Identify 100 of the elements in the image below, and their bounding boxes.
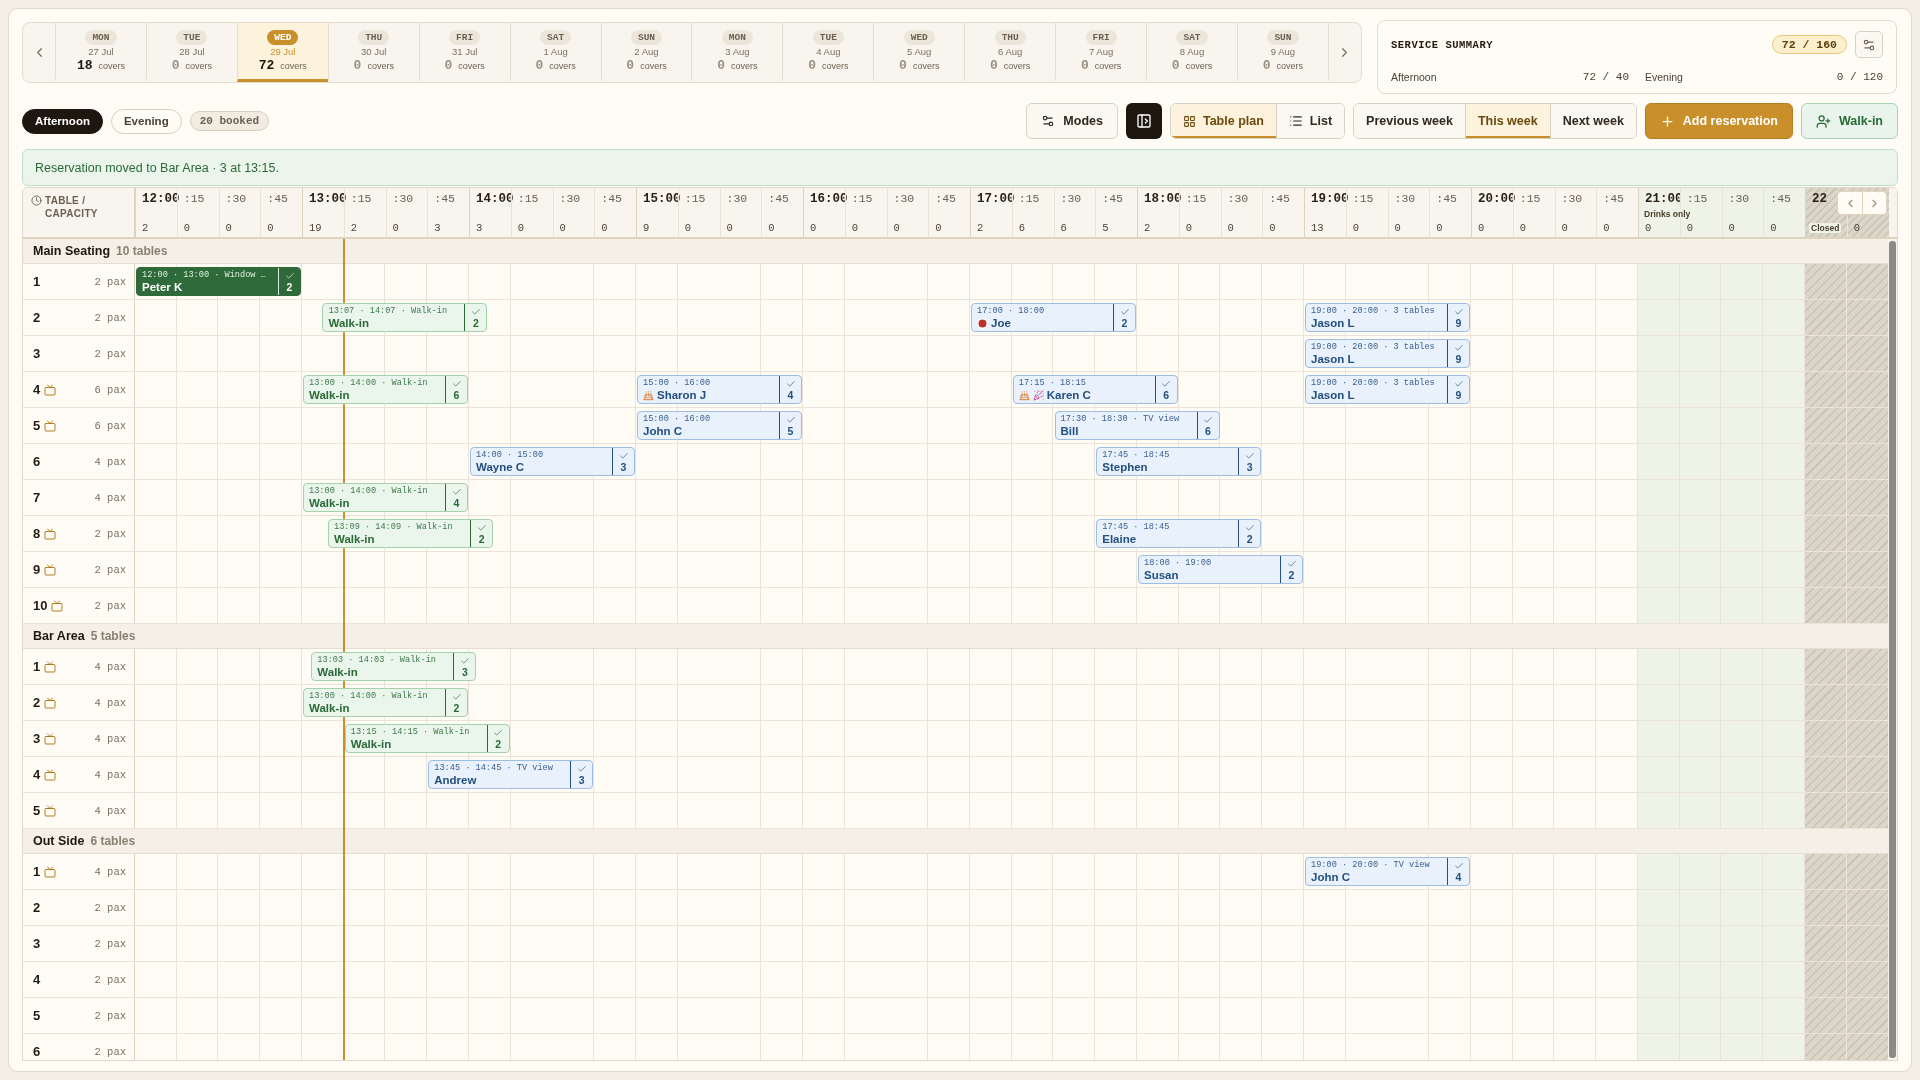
time-label: :15 xyxy=(1686,192,1709,205)
reservation-card[interactable]: 13:00 · 14:00 · Walk-in Walk-in 2 xyxy=(303,688,468,717)
view-tab[interactable]: List xyxy=(1275,104,1345,138)
day-tab[interactable]: FRI 31 Jul 0 covers xyxy=(418,23,510,82)
reservation-card[interactable]: 18:00 · 19:00 Susan 2 xyxy=(1138,555,1303,584)
reservation-card[interactable]: 15:00 · 16:00 John C 5 xyxy=(637,411,802,440)
service-tab[interactable]: Evening xyxy=(110,108,182,134)
guest-name: Walk-in xyxy=(350,738,392,750)
party-size: 3 xyxy=(578,773,585,786)
table-capacity: 2 pax xyxy=(94,937,126,950)
table-capacity: 4 pax xyxy=(94,455,126,468)
reservation-card[interactable]: 19:00 · 20:00 · 3 tables Jason L 9 xyxy=(1305,303,1470,332)
reservation-card[interactable]: 17:45 · 18:45 Elaine 2 xyxy=(1096,519,1262,548)
settings-button[interactable] xyxy=(1855,31,1883,58)
day-date: 4 Aug xyxy=(816,45,841,57)
reservation-card[interactable]: 17:15 · 18:15 Karen C 6 xyxy=(1012,375,1178,404)
day-tab[interactable]: WED 5 Aug 0 covers xyxy=(873,23,965,82)
reservation-card[interactable]: 13:00 · 14:00 · Walk-in Walk-in 4 xyxy=(303,483,468,512)
week-tab[interactable]: Previous week xyxy=(1354,104,1465,138)
slot-tag: Closed xyxy=(1809,223,1842,233)
time-label: :15 xyxy=(1018,192,1041,205)
party-size: 3 xyxy=(620,460,627,473)
slot-covers: 0 xyxy=(225,222,233,234)
guest-name: Stephen xyxy=(1102,461,1148,473)
covers-label: covers xyxy=(98,60,125,71)
time-label: :30 xyxy=(1060,192,1083,205)
side-panel-button[interactable] xyxy=(1125,103,1162,139)
party-size: 5 xyxy=(787,424,794,437)
day-tab[interactable]: SAT 1 Aug 0 covers xyxy=(509,23,601,82)
day-tab[interactable]: THU 30 Jul 0 covers xyxy=(327,23,419,82)
covers-label: covers xyxy=(640,60,667,71)
service-tab[interactable]: Afternoon xyxy=(22,108,103,134)
party-size: 3 xyxy=(461,665,468,678)
reservation-card[interactable]: 13:03 · 14:03 · Walk-in Walk-in 3 xyxy=(311,652,477,681)
reservation-card[interactable]: 19:00 · 20:00 · 3 tables Jason L 9 xyxy=(1305,375,1470,404)
reservation-card[interactable]: 17:45 · 18:45 Stephen 3 xyxy=(1096,447,1262,476)
table-capacity: 2 pax xyxy=(94,275,126,288)
column-heading: TABLE / CAPACITY xyxy=(45,194,99,220)
day-tab[interactable]: SUN 9 Aug 0 covers xyxy=(1237,23,1329,82)
table-capacity: 2 pax xyxy=(94,311,126,324)
time-label: :30 xyxy=(559,192,582,205)
day-tab[interactable]: MON 3 Aug 0 covers xyxy=(691,23,783,82)
reservation-time: 14:00 · 15:00 xyxy=(476,450,544,461)
week-tab[interactable]: Next week xyxy=(1549,104,1636,138)
day-tab[interactable]: TUE 28 Jul 0 covers xyxy=(145,23,237,82)
reservation-card[interactable]: 13:07 · 14:07 · Walk-in Walk-in 2 xyxy=(322,303,488,332)
weekday-label: THU xyxy=(358,29,390,45)
table-number: 7 xyxy=(33,490,41,505)
slot-covers: 9 xyxy=(643,222,651,234)
day-tab[interactable]: THU 6 Aug 0 covers xyxy=(964,23,1056,82)
reservation-card[interactable]: 12:00 · 13:00 · Window … Peter K 2 xyxy=(136,267,301,296)
day-tab[interactable]: FRI 7 Aug 0 covers xyxy=(1055,23,1147,82)
guest-name: Walk-in xyxy=(328,317,369,329)
reservation-card[interactable]: 13:00 · 14:00 · Walk-in Walk-in 6 xyxy=(303,375,468,404)
reservation-time: 19:00 · 20:00 · 3 tables xyxy=(1311,378,1435,389)
reservation-time: 13:00 · 14:00 · Walk-in xyxy=(309,378,428,389)
reservation-card[interactable]: 17:00 · 18:00 Joe 2 xyxy=(971,303,1136,332)
guest-name: John C xyxy=(1311,871,1350,883)
day-tab[interactable]: SAT 8 Aug 0 covers xyxy=(1146,23,1237,82)
scroll-right-button[interactable] xyxy=(1862,192,1886,214)
modes-button[interactable]: Modes xyxy=(1026,103,1118,139)
table-number: 3 xyxy=(33,936,41,951)
walk-in-button[interactable]: Walk-in xyxy=(1801,103,1898,139)
reservation-card[interactable]: 13:15 · 14:15 · Walk-in Walk-in 2 xyxy=(344,724,510,753)
day-tab[interactable]: SUN 2 Aug 0 covers xyxy=(600,23,692,82)
reservation-card[interactable]: 19:00 · 20:00 · 3 tables Jason L 9 xyxy=(1305,339,1470,368)
scrollbar[interactable] xyxy=(1888,239,1897,1060)
party-size: 2 xyxy=(478,532,485,545)
week-tab[interactable]: This week xyxy=(1464,104,1550,138)
reservation-card[interactable]: 17:30 · 18:30 · TV view Bill 6 xyxy=(1054,411,1220,440)
time-label: :30 xyxy=(225,192,248,205)
day-tab[interactable]: TUE 4 Aug 0 covers xyxy=(782,23,874,82)
reservation-card[interactable]: 19:00 · 20:00 · TV view John C 4 xyxy=(1305,857,1470,886)
time-label: :15 xyxy=(684,192,707,205)
reservation-card[interactable]: 15:00 · 16:00 Sharon J 4 xyxy=(637,375,802,404)
day-tab[interactable]: WED 29 Jul 72 covers xyxy=(236,23,328,82)
party-size: 6 xyxy=(453,388,460,401)
table-number: 3 xyxy=(33,346,41,361)
covers-count: 0 xyxy=(626,57,635,73)
view-tab[interactable]: Table plan xyxy=(1170,104,1276,138)
reservation-card[interactable]: 13:45 · 14:45 · TV view Andrew 3 xyxy=(428,760,594,789)
table-number: 4 xyxy=(33,972,41,987)
weekday-label: SAT xyxy=(540,29,572,45)
day-tab[interactable]: MON 27 Jul 18 covers xyxy=(55,23,146,82)
day-date: 27 Jul xyxy=(88,45,114,57)
guest-name: Jason L xyxy=(1311,317,1355,329)
day-date: 5 Aug xyxy=(907,45,932,57)
slot-covers: 6 xyxy=(1018,222,1027,234)
party-size: 3 xyxy=(1246,460,1253,473)
reservation-card[interactable]: 13:09 · 14:09 · Walk-in Walk-in 2 xyxy=(328,519,494,548)
list-icon xyxy=(1288,114,1303,128)
slot-covers: 0 xyxy=(684,222,693,234)
covers-count: 0 xyxy=(1080,57,1089,73)
reservation-time: 13:15 · 14:15 · Walk-in xyxy=(350,727,470,738)
reservation-time: 13:00 · 14:00 · Walk-in xyxy=(309,691,428,702)
reservation-card[interactable]: 14:00 · 15:00 Wayne C 3 xyxy=(470,447,635,476)
day-date: 9 Aug xyxy=(1270,45,1296,57)
covers-label: covers xyxy=(1276,60,1304,71)
guest-name: Susan xyxy=(1144,569,1179,581)
covers-count: 0 xyxy=(717,57,726,73)
